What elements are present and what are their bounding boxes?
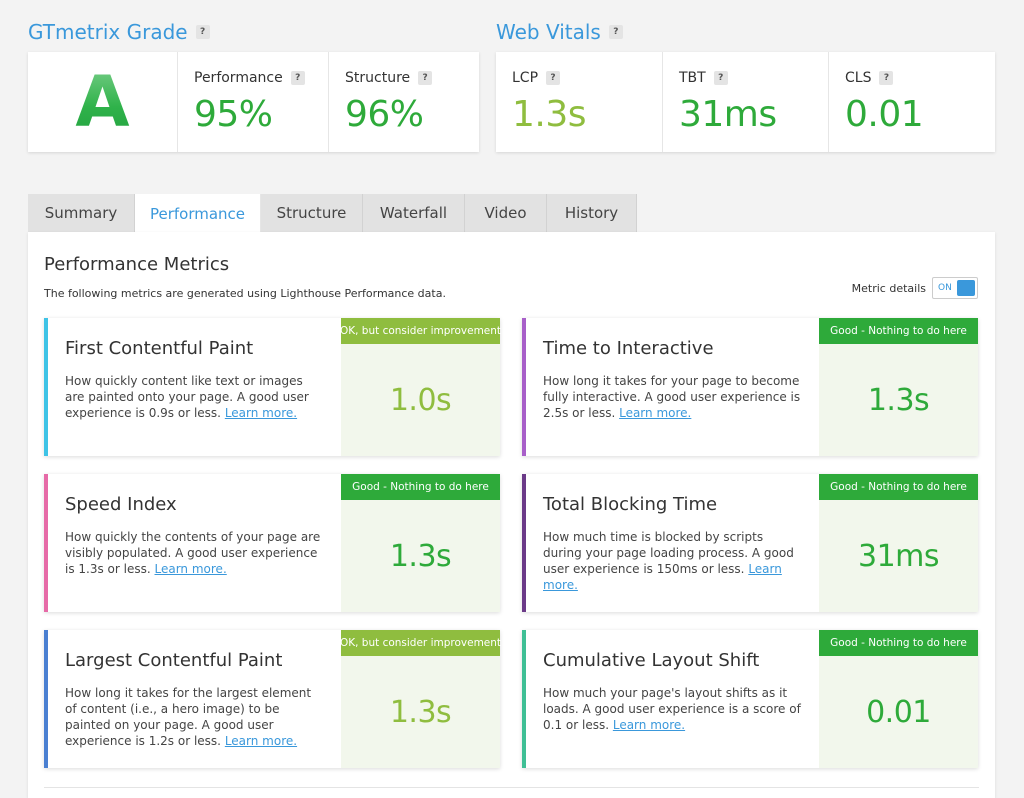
metric-value: 31ms: [857, 538, 940, 574]
metric-name: Speed Index: [65, 494, 177, 515]
metric-description: How long it takes for the largest elemen…: [65, 686, 312, 748]
metric-value: 1.0s: [389, 382, 452, 418]
grade-help-icon[interactable]: ?: [195, 25, 210, 39]
tbt-label-row: TBT ?: [679, 70, 812, 86]
metric-name: Cumulative Layout Shift: [543, 650, 760, 671]
structure-score: 96%: [345, 94, 424, 135]
structure-label: Structure: [345, 70, 411, 86]
lcp-help-icon[interactable]: ?: [546, 71, 561, 85]
status-badge: Good - Nothing to do here: [819, 474, 978, 500]
performance-label: Performance: [194, 70, 283, 86]
vitals-panel: LCP ? 1.3s TBT ? 31ms CLS ? 0.01: [496, 52, 995, 152]
toggle-knob: [957, 280, 975, 296]
metric-card-speed-index: Speed Index How quickly the contents of …: [44, 474, 500, 612]
metric-value: 1.3s: [389, 694, 452, 730]
cls-value: 0.01: [845, 94, 924, 135]
toggle-state-text: ON: [938, 283, 952, 293]
performance-cell: Performance ? 95%: [178, 52, 329, 152]
metric-name: Time to Interactive: [543, 338, 714, 359]
learn-more-link[interactable]: Learn more.: [225, 406, 297, 420]
learn-more-link[interactable]: Learn more.: [155, 562, 227, 576]
web-vitals-title: Web Vitals: [496, 20, 601, 44]
performance-metrics-title: Performance Metrics: [44, 254, 230, 275]
cls-label: CLS: [845, 70, 872, 86]
metric-card-lcp: Largest Contentful Paint How long it tak…: [44, 630, 501, 768]
lcp-value: 1.3s: [512, 94, 587, 135]
status-badge: Good - Nothing to do here: [819, 630, 978, 656]
gtmetrix-grade-heading: GTmetrix Grade ?: [28, 20, 210, 44]
tbt-help-icon[interactable]: ?: [713, 71, 728, 85]
learn-more-link[interactable]: Learn more.: [225, 734, 297, 748]
metric-card-tti: Time to Interactive How long it takes fo…: [522, 318, 978, 456]
metric-value: 1.3s: [389, 538, 452, 574]
tbt-cell: TBT ? 31ms: [663, 52, 829, 152]
metric-details-label: Metric details: [851, 281, 926, 295]
performance-help-icon[interactable]: ?: [290, 71, 305, 85]
metric-value: 1.3s: [867, 382, 930, 418]
cls-help-icon[interactable]: ?: [879, 71, 894, 85]
metric-description: How quickly content like text or images …: [65, 374, 309, 420]
tbt-label: TBT: [679, 70, 706, 86]
cls-label-row: CLS ?: [845, 70, 979, 86]
report-tabs: Summary Performance Structure Waterfall …: [28, 194, 637, 233]
metric-description: How quickly the contents of your page ar…: [65, 530, 321, 576]
tab-summary[interactable]: Summary: [28, 194, 135, 232]
tab-video[interactable]: Video: [465, 194, 547, 232]
metric-name: Largest Contentful Paint: [65, 650, 283, 671]
lcp-cell: LCP ? 1.3s: [496, 52, 663, 152]
status-badge: Good - Nothing to do here: [819, 318, 978, 344]
tab-performance[interactable]: Performance: [135, 194, 261, 233]
tab-history[interactable]: History: [547, 194, 637, 232]
metric-description: How much time is blocked by scripts duri…: [543, 530, 794, 592]
metric-card-fcp: First Contentful Paint How quickly conte…: [44, 318, 501, 456]
status-badge: OK, but consider improvement: [340, 630, 501, 656]
web-vitals-heading: Web Vitals ?: [496, 20, 623, 44]
metric-description: How much your page's layout shifts as it…: [543, 686, 801, 732]
status-badge: OK, but consider improvement: [340, 318, 501, 344]
structure-label-row: Structure ?: [345, 70, 463, 86]
cls-cell: CLS ? 0.01: [829, 52, 995, 152]
metric-description: How long it takes for your page to becom…: [543, 374, 801, 420]
grade-letter: A: [28, 52, 177, 152]
structure-help-icon[interactable]: ?: [418, 71, 433, 85]
metric-card-tbt: Total Blocking Time How much time is blo…: [522, 474, 978, 612]
metric-card-cls: Cumulative Layout Shift How much your pa…: [522, 630, 978, 768]
divider: [44, 787, 979, 788]
tab-waterfall[interactable]: Waterfall: [363, 194, 465, 232]
metric-details-toggle[interactable]: ON: [932, 277, 978, 299]
performance-score: 95%: [194, 94, 273, 135]
gtmetrix-grade-title: GTmetrix Grade: [28, 20, 188, 44]
vitals-help-icon[interactable]: ?: [608, 25, 623, 39]
tab-structure[interactable]: Structure: [261, 194, 363, 232]
lcp-label-row: LCP ?: [512, 70, 646, 86]
structure-cell: Structure ? 96%: [329, 52, 479, 152]
tbt-value: 31ms: [679, 94, 777, 135]
performance-metrics-description: The following metrics are generated usin…: [44, 287, 446, 300]
performance-panel: Performance Metrics The following metric…: [28, 232, 995, 798]
metric-name: First Contentful Paint: [65, 338, 254, 359]
metric-name: Total Blocking Time: [543, 494, 718, 515]
lcp-label: LCP: [512, 70, 539, 86]
performance-label-row: Performance ?: [194, 70, 312, 86]
grade-panel: A Performance ? 95% Structure ? 96%: [28, 52, 479, 152]
learn-more-link[interactable]: Learn more.: [613, 718, 685, 732]
metric-details-toggle-group: Metric details ON: [852, 277, 978, 299]
metric-value: 0.01: [866, 694, 931, 730]
learn-more-link[interactable]: Learn more.: [619, 406, 691, 420]
status-badge: Good - Nothing to do here: [341, 474, 500, 500]
grade-cell: A: [28, 52, 178, 152]
